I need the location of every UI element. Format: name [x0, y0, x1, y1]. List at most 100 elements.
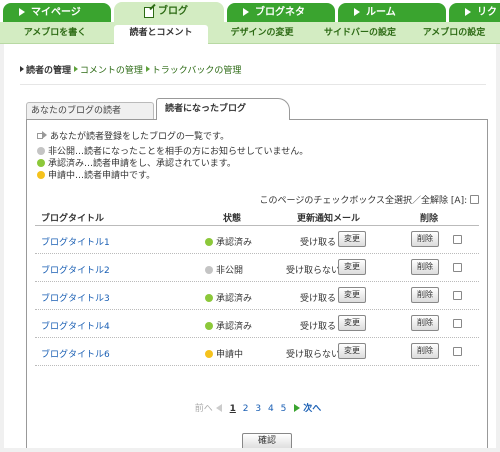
- tab-blog-neta-label: ブログネタ: [255, 7, 305, 18]
- intro-text: あなたが読者登録をしたブログの一覧です。: [37, 129, 229, 142]
- breadcrumb-current-label: 読者の管理: [26, 66, 72, 76]
- row-checkbox[interactable]: [453, 291, 462, 300]
- blog-title-link[interactable]: ブログタイトル1: [41, 235, 110, 248]
- table-row: ブログタイトル4 承認済み 受け取る 変更 削除: [35, 310, 479, 338]
- prev-arrow-icon: [215, 404, 222, 412]
- tab-riku-label: リク: [477, 7, 497, 18]
- row-checkbox[interactable]: [453, 235, 462, 244]
- page-4[interactable]: 4: [268, 404, 274, 414]
- app-window: マイページ ブログ ブログネタ ルーム リク アメブロを書く 読者とコメント デ…: [0, 0, 500, 452]
- bottom-border: [0, 448, 500, 452]
- page-3[interactable]: 3: [255, 404, 261, 414]
- yellow-dot-icon: [205, 350, 213, 358]
- gray-dot-icon: [37, 147, 45, 155]
- breadcrumb-trackback-link[interactable]: トラックバックの管理: [145, 66, 242, 76]
- select-all-checkbox[interactable]: [470, 195, 479, 204]
- notify-value: 受け取る: [300, 294, 337, 304]
- subnav-write-blog[interactable]: アメブロを書く: [10, 25, 100, 41]
- header-delete: 削除: [420, 214, 439, 224]
- breadcrumb-comments-label: コメントの管理: [79, 66, 143, 76]
- green-dot-icon: [205, 294, 213, 302]
- pencil-note-icon: [144, 7, 154, 18]
- arrow-right-icon: [20, 66, 24, 72]
- status-label: 承認済み: [216, 238, 253, 248]
- tab-room-label: ルーム: [366, 7, 396, 18]
- change-button[interactable]: 変更: [338, 315, 366, 331]
- subnav-ameblo-settings[interactable]: アメブロの設定: [408, 25, 500, 41]
- status-cell: 承認済み: [205, 235, 252, 248]
- blog-title-link[interactable]: ブログタイトル2: [41, 263, 110, 276]
- blog-title-link[interactable]: ブログタイトル4: [41, 319, 110, 332]
- delete-button[interactable]: 削除: [411, 231, 439, 247]
- page-5[interactable]: 5: [281, 404, 287, 414]
- notify-value: 受け取らない: [286, 266, 341, 276]
- tab-blog-neta[interactable]: ブログネタ: [227, 3, 335, 22]
- tab-room[interactable]: ルーム: [338, 3, 446, 22]
- table-row: ブログタイトル3 承認済み 受け取る 変更 削除: [35, 282, 479, 310]
- tab-followed-blogs[interactable]: 読者になったブログ: [156, 98, 290, 120]
- notify-value: 受け取る: [300, 238, 337, 248]
- status-label: 非公開: [216, 266, 244, 276]
- subnav-sidebar-settings[interactable]: サイドバーの設定: [312, 25, 408, 41]
- delete-button[interactable]: 削除: [411, 315, 439, 331]
- subnav-readers-comments[interactable]: 読者とコメント: [114, 25, 208, 44]
- breadcrumb: 読者の管理 コメントの管理 トラックバックの管理: [20, 63, 241, 76]
- tab-blog[interactable]: ブログ: [114, 2, 224, 23]
- arrow-right-icon: [145, 66, 150, 72]
- green-dot-icon: [37, 159, 45, 167]
- tab-mypage[interactable]: マイページ: [3, 3, 111, 22]
- row-checkbox[interactable]: [453, 347, 462, 356]
- status-cell: 承認済み: [205, 319, 252, 332]
- status-cell: 非公開: [205, 263, 243, 276]
- subnav-design-change[interactable]: デザインの変更: [216, 25, 308, 41]
- page-2[interactable]: 2: [243, 404, 249, 414]
- tab-your-readers[interactable]: あなたのブログの読者: [26, 102, 154, 119]
- arrow-right-icon: [465, 8, 471, 16]
- table-row: ブログタイトル1 承認済み 受け取る 変更 削除: [35, 226, 479, 254]
- header-title: ブログタイトル: [41, 214, 105, 224]
- select-all-row: このページのチェックボックス全選択／全解除 [A]:: [259, 193, 479, 206]
- blog-title-link[interactable]: ブログタイトル3: [41, 291, 110, 304]
- delete-button[interactable]: 削除: [411, 287, 439, 303]
- change-button[interactable]: 変更: [338, 343, 366, 359]
- breadcrumb-current: 読者の管理: [20, 66, 71, 76]
- change-button[interactable]: 変更: [338, 231, 366, 247]
- status-label: 申請中: [216, 350, 244, 360]
- green-dot-icon: [205, 322, 213, 330]
- status-label: 承認済み: [216, 322, 253, 332]
- arrow-right-icon: [37, 131, 47, 139]
- green-dot-icon: [205, 238, 213, 246]
- prev-page-link: 前へ: [194, 404, 213, 414]
- status-cell: 申請中: [205, 347, 243, 360]
- intro-label: あなたが読者登録をしたブログの一覧です。: [50, 132, 230, 142]
- sub-navigation: アメブロを書く 読者とコメント デザインの変更 サイドバーの設定 アメブロの設定: [0, 22, 500, 44]
- row-checkbox[interactable]: [453, 319, 462, 328]
- legend-pending-label: 申請中…読者申請中です。: [48, 171, 156, 181]
- blog-title-link[interactable]: ブログタイトル6: [41, 347, 110, 360]
- next-page-link[interactable]: 次へ: [303, 404, 321, 414]
- status-label: 承認済み: [216, 294, 253, 304]
- table-header: ブログタイトル 状態 更新通知メール 削除: [35, 208, 479, 226]
- delete-button[interactable]: 削除: [411, 343, 439, 359]
- breadcrumb-trackback-label: トラックバックの管理: [151, 66, 242, 76]
- legend-pending: 申請中…読者申請中です。: [37, 168, 155, 181]
- tab-blog-label: ブログ: [158, 6, 188, 17]
- status-cell: 承認済み: [205, 291, 252, 304]
- notify-value: 受け取る: [300, 322, 337, 332]
- page-1: 1: [229, 404, 236, 414]
- breadcrumb-comments-link[interactable]: コメントの管理: [73, 66, 143, 76]
- top-tab-bar: マイページ ブログ ブログネタ ルーム リク: [0, 0, 500, 23]
- tab-mypage-label: マイページ: [31, 7, 81, 18]
- pagination: 前へ 1 2 3 4 5 次へ: [27, 401, 489, 414]
- row-checkbox[interactable]: [453, 263, 462, 272]
- delete-button[interactable]: 削除: [411, 259, 439, 275]
- change-button[interactable]: 変更: [338, 287, 366, 303]
- select-all-label: このページのチェックボックス全選択／全解除 [A]:: [259, 196, 468, 206]
- yellow-dot-icon: [37, 171, 45, 179]
- content-area: 読者の管理 コメントの管理 トラックバックの管理 あなたのブログの読者 読者にな…: [4, 44, 496, 450]
- change-button[interactable]: 変更: [338, 259, 366, 275]
- next-arrow-icon[interactable]: [294, 404, 301, 412]
- tab-riku[interactable]: リク: [449, 3, 500, 22]
- header-status: 状態: [223, 214, 242, 224]
- header-notify: 更新通知メール: [297, 214, 361, 224]
